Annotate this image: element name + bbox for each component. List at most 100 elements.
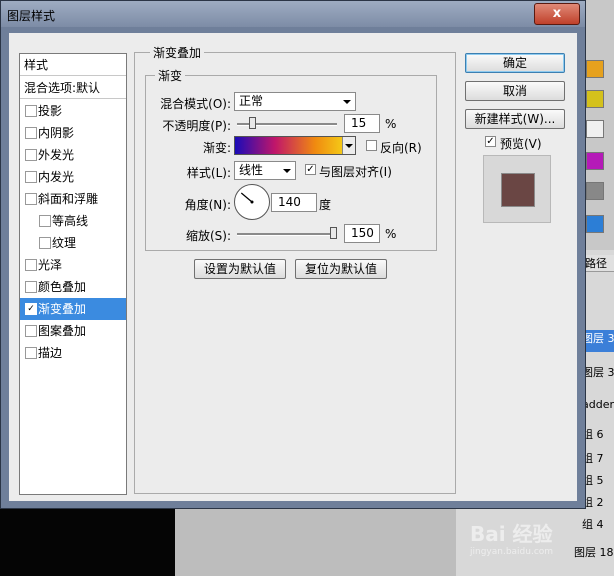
blend-options-label: 混合选项:默认	[24, 81, 101, 95]
close-icon: x	[552, 6, 562, 21]
opacity-value: 15	[351, 116, 367, 130]
reset-to-default-label: 复位为默认值	[304, 262, 377, 276]
style-item-checkbox[interactable]	[25, 171, 37, 183]
style-item-checkbox[interactable]	[25, 127, 37, 139]
gradient-subgroup-title: 渐变	[155, 67, 186, 84]
watermark: Bai 经验 jingyan.baidu.com	[470, 518, 553, 557]
preview-thumbnail	[501, 173, 535, 207]
preview-label: 预览(V)	[500, 137, 542, 151]
style-item[interactable]: 图案叠加	[20, 320, 126, 342]
style-item-label: 斜面和浮雕	[38, 192, 99, 206]
layer-style-dialog: 图层样式 x 样式 混合选项:默认 投影内阴影外发光内发光斜面和浮雕等高线纹理光…	[0, 0, 586, 509]
dialog-title: 图层样式	[7, 9, 56, 23]
angle-dial[interactable]	[234, 184, 270, 220]
style-swatch[interactable]	[586, 215, 604, 233]
ok-button[interactable]: 确定	[465, 53, 565, 73]
style-item[interactable]: 光泽	[20, 254, 126, 276]
style-swatch[interactable]	[586, 152, 604, 170]
blend-mode-select[interactable]: 正常	[234, 92, 356, 111]
style-item-label: 渐变叠加	[38, 302, 87, 316]
style-item-label: 描边	[38, 346, 63, 360]
chevron-down-icon	[343, 100, 351, 104]
style-item[interactable]: 斜面和浮雕	[20, 188, 126, 210]
ok-label: 确定	[502, 56, 527, 70]
style-item[interactable]: 等高线	[20, 210, 126, 232]
paths-tab-label: 路径	[585, 257, 607, 270]
style-item-label: 等高线	[52, 214, 89, 228]
watermark-url: jingyan.baidu.com	[470, 547, 554, 557]
reverse-checkbox[interactable]	[366, 140, 377, 151]
new-style-button[interactable]: 新建样式(W)...	[465, 109, 565, 129]
style-item-checkbox[interactable]	[25, 259, 37, 271]
scale-value: 150	[351, 226, 374, 240]
layer-label: 图层 18	[574, 546, 614, 559]
style-item[interactable]: 投影	[20, 100, 126, 122]
set-as-default-button[interactable]: 设置为默认值	[194, 259, 286, 279]
style-item-label: 投影	[38, 104, 63, 118]
styles-list: 样式 混合选项:默认 投影 内阴影 外发光 内发光 斜面和浮雕 等高线 纹理 光泽 颜色叠加 ✓ 渐…	[19, 53, 127, 495]
style-item-checkbox[interactable]	[25, 193, 37, 205]
style-swatch[interactable]	[586, 182, 604, 200]
close-button[interactable]: x	[534, 3, 580, 25]
style-item-checkbox[interactable]: ✓	[25, 303, 37, 315]
blend-mode-label: 混合模式(O):	[160, 97, 231, 111]
style-item[interactable]: 纹理	[20, 232, 126, 254]
gradient-style-label: 样式(L):	[186, 166, 231, 180]
opacity-label: 不透明度(P):	[162, 119, 231, 133]
opacity-slider-thumb[interactable]	[249, 117, 256, 129]
style-item[interactable]: 内发光	[20, 166, 126, 188]
style-swatch[interactable]	[586, 120, 604, 138]
style-item-label: 纹理	[52, 236, 77, 250]
gradient-dropdown-button[interactable]	[342, 137, 355, 154]
scale-input[interactable]: 150	[344, 224, 380, 243]
scale-slider-thumb[interactable]	[330, 227, 337, 239]
blend-options-item[interactable]: 混合选项:默认	[20, 77, 126, 99]
chevron-down-icon	[283, 169, 291, 173]
style-item-checkbox[interactable]	[25, 105, 37, 117]
layer-label: adder	[582, 398, 614, 411]
reverse-label: 反向(R)	[380, 141, 422, 155]
opacity-input[interactable]: 15	[344, 114, 380, 133]
style-item-checkbox[interactable]	[25, 149, 37, 161]
angle-input[interactable]: 140	[271, 193, 317, 212]
style-swatch[interactable]	[586, 90, 604, 108]
style-item[interactable]: 描边	[20, 342, 126, 364]
reset-to-default-button[interactable]: 复位为默认值	[295, 259, 387, 279]
style-item-label: 图案叠加	[38, 324, 87, 338]
layer-row[interactable]: 组 4	[560, 516, 614, 538]
style-item-checkbox[interactable]	[25, 347, 37, 359]
preview-checkbox[interactable]: ✓	[485, 136, 496, 147]
scale-label: 缩放(S):	[185, 229, 231, 243]
align-with-layer-checkbox[interactable]: ✓	[305, 164, 316, 175]
style-item[interactable]: ✓ 渐变叠加	[20, 298, 126, 320]
style-item-label: 内阴影	[38, 126, 75, 140]
layer-row[interactable]: 图层 18	[560, 544, 614, 566]
style-item[interactable]: 颜色叠加	[20, 276, 126, 298]
angle-unit: 度	[319, 198, 332, 212]
style-item[interactable]: 内阴影	[20, 122, 126, 144]
style-item-label: 光泽	[38, 258, 63, 272]
style-item-label: 颜色叠加	[38, 280, 87, 294]
layer-label: 组 4	[582, 518, 604, 531]
gradient-style-value: 线性	[239, 163, 264, 177]
style-item-checkbox[interactable]	[39, 237, 51, 249]
title-bar[interactable]: 图层样式 x	[1, 1, 585, 27]
styles-header-label: 样式	[24, 58, 49, 72]
style-item[interactable]: 外发光	[20, 144, 126, 166]
style-item-checkbox[interactable]	[39, 215, 51, 227]
gradient-style-select[interactable]: 线性	[234, 161, 296, 180]
opacity-unit: %	[385, 117, 397, 131]
style-swatch[interactable]	[586, 60, 604, 78]
style-item-label: 内发光	[38, 170, 75, 184]
cancel-button[interactable]: 取消	[465, 81, 565, 101]
style-item-checkbox[interactable]	[25, 281, 37, 293]
gradient-picker[interactable]	[234, 136, 356, 155]
gradient-overlay-title: 渐变叠加	[150, 44, 205, 61]
styles-header[interactable]: 样式	[20, 54, 126, 76]
new-style-label: 新建样式(W)...	[474, 112, 556, 126]
layer-label: 图层 34	[582, 332, 614, 345]
scale-slider-track[interactable]	[237, 233, 337, 236]
check-icon: ✓	[486, 136, 495, 147]
cancel-label: 取消	[502, 84, 527, 98]
style-item-checkbox[interactable]	[25, 325, 37, 337]
